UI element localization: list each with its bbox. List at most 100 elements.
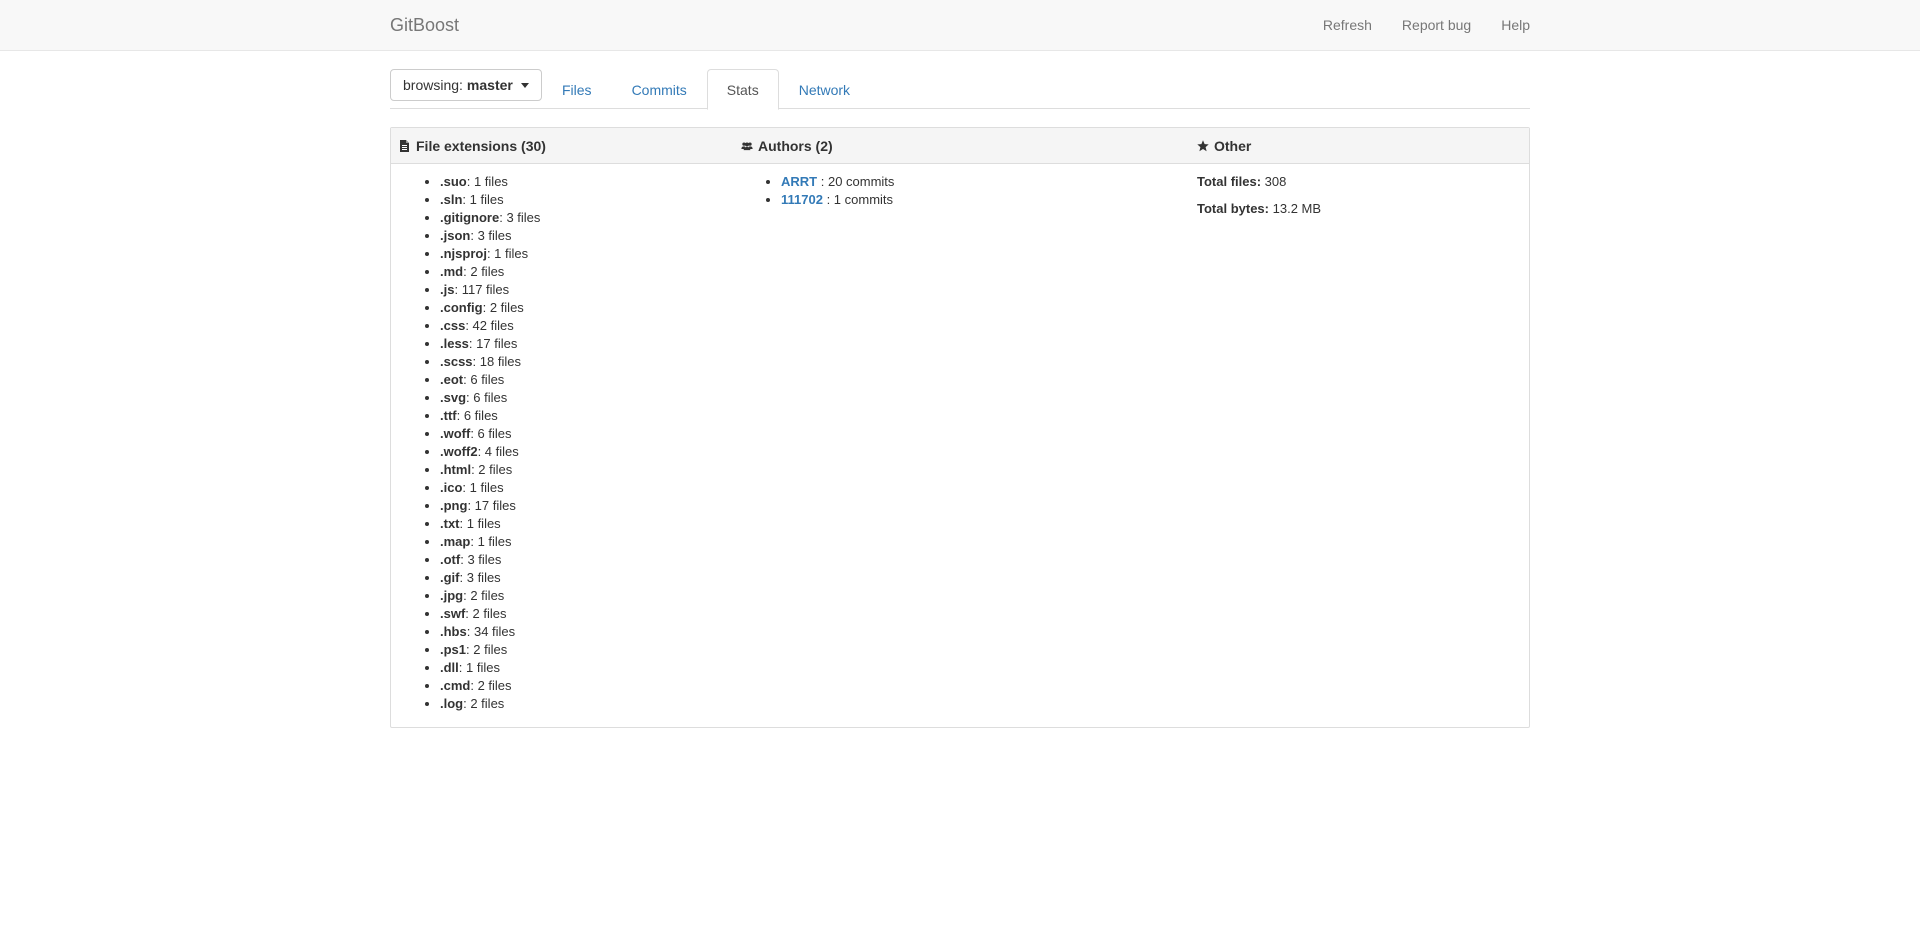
extension-item: .njsproj: 1 files	[440, 245, 731, 263]
extension-name: .woff	[440, 426, 471, 441]
extension-item: .css: 42 files	[440, 317, 731, 335]
total-files-label: Total files:	[1197, 174, 1262, 189]
extension-item: .ps1: 2 files	[440, 641, 731, 659]
tabs: Files Commits Stats Network	[542, 69, 870, 110]
extension-count: : 18 files	[472, 354, 521, 369]
tab-stats[interactable]: Stats	[706, 69, 779, 110]
extension-name: .njsproj	[440, 246, 487, 261]
report-bug-link[interactable]: Report bug	[1387, 0, 1486, 50]
extension-name: .config	[440, 300, 483, 315]
branch-dropdown-button[interactable]: browsing: master	[390, 69, 542, 101]
extensions-column: .suo: 1 files.sln: 1 files.gitignore: 3 …	[391, 164, 731, 713]
extension-count: : 6 files	[466, 390, 508, 405]
extension-count: : 2 files	[466, 642, 508, 657]
stats-panel-header: File extensions (30) Authors (2) Other	[391, 128, 1529, 164]
extension-count: : 1 files	[466, 174, 508, 189]
tab-network[interactable]: Network	[779, 69, 870, 109]
total-bytes: Total bytes: 13.2 MB	[1197, 200, 1517, 218]
authors-column: ARRT : 20 commits111702 : 1 commits	[741, 164, 1181, 209]
extension-item: .map: 1 files	[440, 533, 731, 551]
extension-count: : 3 files	[470, 228, 512, 243]
extension-name: .ps1	[440, 642, 467, 657]
extension-count: : 17 files	[468, 336, 518, 351]
branch-prefix: browsing:	[403, 77, 463, 93]
stats-panel: File extensions (30) Authors (2) Other .…	[390, 127, 1530, 728]
extension-name: .cmd	[440, 678, 471, 693]
author-item: ARRT : 20 commits	[781, 173, 1181, 191]
extension-name: .scss	[440, 354, 473, 369]
author-link[interactable]: 111702	[781, 192, 823, 207]
tab-files[interactable]: Files	[542, 69, 612, 109]
caret-down-icon	[520, 82, 529, 88]
other-column: Total files: 308 Total bytes: 13.2 MB	[1197, 164, 1517, 218]
extension-item: .suo: 1 files	[440, 173, 731, 191]
extension-name: .less	[440, 336, 469, 351]
file-icon	[400, 140, 409, 152]
extension-name: .gitignore	[440, 210, 500, 225]
navbar-links: Refresh Report bug Help	[1308, 0, 1530, 50]
other-title: Other	[1214, 138, 1252, 154]
extension-name: .ttf	[440, 408, 457, 423]
help-link[interactable]: Help	[1486, 0, 1530, 50]
extension-item: .gif: 3 files	[440, 569, 731, 587]
extension-count: : 2 files	[470, 678, 512, 693]
brand-link[interactable]: GitBoost	[390, 15, 459, 35]
author-commits: : 1 commits	[826, 192, 894, 207]
extension-item: .gitignore: 3 files	[440, 209, 731, 227]
branch-name: master	[466, 77, 513, 93]
author-link[interactable]: ARRT	[781, 174, 817, 189]
total-files-value: 308	[1264, 174, 1287, 189]
extension-count: : 6 files	[463, 372, 505, 387]
extension-item: .md: 2 files	[440, 263, 731, 281]
extension-count: : 6 files	[456, 408, 498, 423]
extension-name: .dll	[440, 660, 459, 675]
tab-bar: browsing: master Files Commits Stats Net…	[390, 69, 1530, 110]
refresh-link[interactable]: Refresh	[1308, 0, 1387, 50]
extension-item: .ico: 1 files	[440, 479, 731, 497]
extension-name: .html	[440, 462, 472, 477]
extension-count: : 1 files	[462, 192, 504, 207]
extension-count: : 117 files	[454, 282, 510, 297]
extension-name: .otf	[440, 552, 461, 567]
extension-name: .sln	[440, 192, 463, 207]
extensions-list: .suo: 1 files.sln: 1 files.gitignore: 3 …	[391, 164, 731, 713]
extension-name: .png	[440, 498, 468, 513]
extension-count: : 42 files	[465, 318, 514, 333]
total-bytes-label: Total bytes:	[1197, 201, 1269, 216]
extension-count: : 2 files	[465, 606, 507, 621]
extension-name: .txt	[440, 516, 460, 531]
extension-count: : 17 files	[467, 498, 516, 513]
extension-item: .jpg: 2 files	[440, 587, 731, 605]
extension-item: .png: 17 files	[440, 497, 731, 515]
extension-count: : 4 files	[477, 444, 519, 459]
tab-commits[interactable]: Commits	[612, 69, 707, 109]
extension-count: : 3 files	[459, 570, 501, 585]
extension-item: .woff2: 4 files	[440, 443, 731, 461]
extension-name: .hbs	[440, 624, 467, 639]
extension-count: : 34 files	[466, 624, 516, 639]
star-icon	[1197, 140, 1209, 152]
authors-title: Authors (2)	[758, 138, 833, 154]
extension-name: .js	[440, 282, 455, 297]
extension-item: .dll: 1 files	[440, 659, 731, 677]
extension-name: .jpg	[440, 588, 464, 603]
total-bytes-value: 13.2 MB	[1272, 201, 1322, 216]
extension-item: .less: 17 files	[440, 335, 731, 353]
extension-item: .log: 2 files	[440, 695, 731, 713]
extension-item: .js: 117 files	[440, 281, 731, 299]
extension-count: : 3 files	[460, 552, 502, 567]
users-icon	[741, 142, 753, 151]
extension-count: : 2 files	[482, 300, 524, 315]
extensions-title: File extensions (30)	[416, 138, 546, 154]
authors-header: Authors (2)	[741, 128, 833, 164]
extension-count: : 2 files	[463, 696, 505, 711]
extension-item: .html: 2 files	[440, 461, 731, 479]
extension-item: .hbs: 34 files	[440, 623, 731, 641]
extension-count: : 1 files	[486, 246, 529, 261]
extension-name: .svg	[440, 390, 467, 405]
extension-item: .ttf: 6 files	[440, 407, 731, 425]
extension-count: : 2 files	[463, 588, 505, 603]
extension-item: .txt: 1 files	[440, 515, 731, 533]
extension-item: .config: 2 files	[440, 299, 731, 317]
extension-item: .otf: 3 files	[440, 551, 731, 569]
